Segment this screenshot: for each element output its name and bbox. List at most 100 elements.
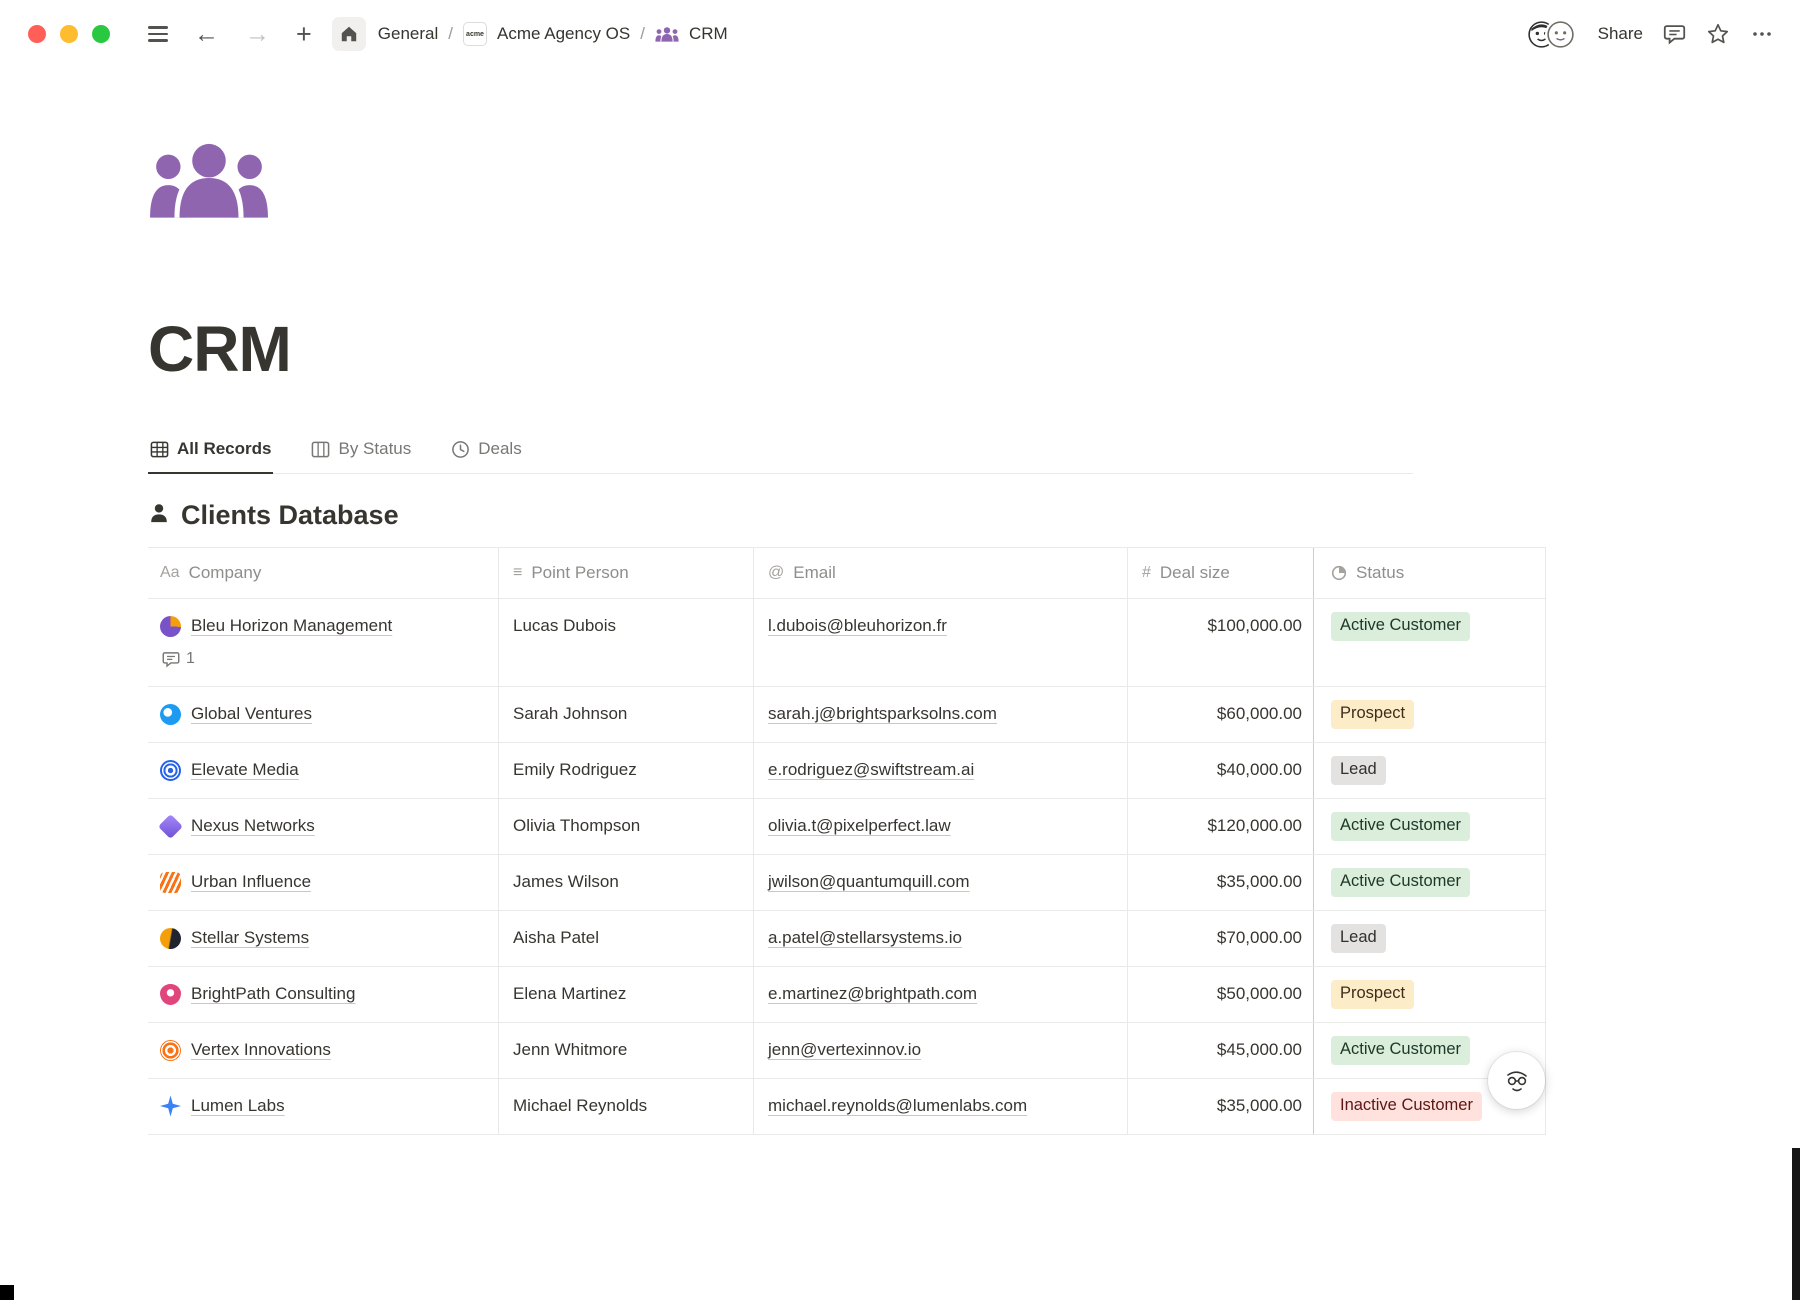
point-person-cell[interactable]: Olivia Thompson [498, 799, 753, 854]
breadcrumb-general[interactable]: General [378, 24, 438, 44]
company-cell[interactable]: Bleu Horizon Management 1 [148, 599, 498, 686]
status-cell[interactable]: Prospect [1313, 687, 1546, 742]
tab-all-records[interactable]: All Records [148, 431, 273, 474]
table-row[interactable]: Vertex Innovations Jenn Whitmore jenn@ve… [148, 1023, 1546, 1079]
notion-ai-button[interactable] [1488, 1052, 1545, 1109]
tab-by-status[interactable]: By Status [309, 431, 413, 474]
minimize-window-button[interactable] [60, 25, 78, 43]
company-page-link[interactable]: Bleu Horizon Management [191, 612, 392, 640]
status-cell[interactable]: Active Customer [1313, 855, 1546, 910]
email-link[interactable]: e.rodriguez@swiftstream.ai [768, 756, 974, 784]
deal-size-cell[interactable]: $35,000.00 [1127, 1079, 1313, 1134]
point-person-cell[interactable]: James Wilson [498, 855, 753, 910]
email-cell[interactable]: jenn@vertexinnov.io [753, 1023, 1127, 1078]
new-tab-button[interactable]: + [286, 17, 322, 52]
close-window-button[interactable] [28, 25, 46, 43]
status-cell[interactable]: Lead [1313, 743, 1546, 798]
column-header-status[interactable]: Status [1313, 548, 1546, 598]
hamburger-menu-icon[interactable] [138, 20, 178, 47]
company-page-link[interactable]: Elevate Media [191, 756, 299, 784]
maximize-window-button[interactable] [92, 25, 110, 43]
company-cell[interactable]: Lumen Labs [148, 1079, 498, 1134]
company-cell[interactable]: Nexus Networks [148, 799, 498, 854]
table-row[interactable]: Global Ventures Sarah Johnson sarah.j@br… [148, 687, 1546, 743]
forward-button[interactable]: → [235, 18, 280, 51]
company-page-link[interactable]: Urban Influence [191, 868, 311, 896]
email-cell[interactable]: e.martinez@brightpath.com [753, 967, 1127, 1022]
table-row[interactable]: BrightPath Consulting Elena Martinez e.m… [148, 967, 1546, 1023]
status-cell[interactable]: Active Customer [1313, 599, 1546, 686]
company-cell[interactable]: Vertex Innovations [148, 1023, 498, 1078]
email-link[interactable]: l.dubois@bleuhorizon.fr [768, 612, 947, 640]
table-row[interactable]: Nexus Networks Olivia Thompson olivia.t@… [148, 799, 1546, 855]
column-header-point-person[interactable]: ≡ Point Person [498, 548, 753, 598]
column-header-email[interactable]: @ Email [753, 548, 1127, 598]
company-page-link[interactable]: Vertex Innovations [191, 1036, 331, 1064]
email-link[interactable]: a.patel@stellarsystems.io [768, 924, 962, 952]
company-page-link[interactable]: Stellar Systems [191, 924, 309, 952]
email-link[interactable]: jwilson@quantumquill.com [768, 868, 970, 896]
company-cell[interactable]: Urban Influence [148, 855, 498, 910]
comment-indicator[interactable]: 1 [162, 645, 195, 673]
company-cell[interactable]: Elevate Media [148, 743, 498, 798]
email-cell[interactable]: olivia.t@pixelperfect.law [753, 799, 1127, 854]
company-page-link[interactable]: Global Ventures [191, 700, 312, 728]
share-button[interactable]: Share [1598, 24, 1643, 44]
point-person-cell[interactable]: Emily Rodriguez [498, 743, 753, 798]
crm-page-icon[interactable] [148, 140, 270, 223]
breadcrumb-crm[interactable]: CRM [689, 24, 728, 44]
company-page-link[interactable]: BrightPath Consulting [191, 980, 355, 1008]
company-cell[interactable]: Global Ventures [148, 687, 498, 742]
status-cell[interactable]: Prospect [1313, 967, 1546, 1022]
email-link[interactable]: michael.reynolds@lumenlabs.com [768, 1092, 1027, 1120]
point-person-cell[interactable]: Jenn Whitmore [498, 1023, 753, 1078]
deal-size-cell[interactable]: $35,000.00 [1127, 855, 1313, 910]
column-header-deal-size[interactable]: # Deal size [1127, 548, 1313, 598]
point-person-value: Aisha Patel [513, 924, 599, 952]
deal-size-cell[interactable]: $120,000.00 [1127, 799, 1313, 854]
table-row[interactable]: Lumen Labs Michael Reynolds michael.reyn… [148, 1079, 1546, 1135]
comments-icon[interactable] [1663, 23, 1686, 46]
deal-size-cell[interactable]: $40,000.00 [1127, 743, 1313, 798]
point-person-cell[interactable]: Sarah Johnson [498, 687, 753, 742]
status-cell[interactable]: Active Customer [1313, 799, 1546, 854]
breadcrumb-acme-agency-os[interactable]: Acme Agency OS [497, 24, 630, 44]
point-person-cell[interactable]: Lucas Dubois [498, 599, 753, 686]
deal-size-cell[interactable]: $70,000.00 [1127, 911, 1313, 966]
collaborator-avatars[interactable] [1526, 19, 1576, 50]
email-cell[interactable]: sarah.j@brightsparksolns.com [753, 687, 1127, 742]
email-link[interactable]: sarah.j@brightsparksolns.com [768, 700, 997, 728]
point-person-cell[interactable]: Aisha Patel [498, 911, 753, 966]
deal-size-cell[interactable]: $50,000.00 [1127, 967, 1313, 1022]
home-icon[interactable] [332, 17, 366, 51]
table-row[interactable]: Urban Influence James Wilson jwilson@qua… [148, 855, 1546, 911]
deal-size-cell[interactable]: $45,000.00 [1127, 1023, 1313, 1078]
company-page-link[interactable]: Lumen Labs [191, 1092, 285, 1120]
email-link[interactable]: jenn@vertexinnov.io [768, 1036, 921, 1064]
point-person-cell[interactable]: Elena Martinez [498, 967, 753, 1022]
house-icon [340, 25, 358, 43]
email-cell[interactable]: michael.reynolds@lumenlabs.com [753, 1079, 1127, 1134]
email-cell[interactable]: e.rodriguez@swiftstream.ai [753, 743, 1127, 798]
table-row[interactable]: Elevate Media Emily Rodriguez e.rodrigue… [148, 743, 1546, 799]
status-cell[interactable]: Lead [1313, 911, 1546, 966]
table-row[interactable]: Bleu Horizon Management 1 Lucas Dubois l… [148, 599, 1546, 687]
email-cell[interactable]: a.patel@stellarsystems.io [753, 911, 1127, 966]
company-page-link[interactable]: Nexus Networks [191, 812, 315, 840]
scrollbar-thumb[interactable] [1792, 1148, 1800, 1300]
company-cell[interactable]: Stellar Systems [148, 911, 498, 966]
table-row[interactable]: Stellar Systems Aisha Patel a.patel@stel… [148, 911, 1546, 967]
email-link[interactable]: e.martinez@brightpath.com [768, 980, 977, 1008]
tab-deals[interactable]: Deals [449, 431, 523, 474]
column-header-company[interactable]: Aa Company [148, 548, 498, 598]
point-person-cell[interactable]: Michael Reynolds [498, 1079, 753, 1134]
company-cell[interactable]: BrightPath Consulting [148, 967, 498, 1022]
favorite-star-icon[interactable] [1706, 22, 1730, 46]
email-cell[interactable]: jwilson@quantumquill.com [753, 855, 1127, 910]
back-button[interactable]: ← [184, 18, 229, 51]
deal-size-cell[interactable]: $60,000.00 [1127, 687, 1313, 742]
deal-size-cell[interactable]: $100,000.00 [1127, 599, 1313, 686]
email-link[interactable]: olivia.t@pixelperfect.law [768, 812, 951, 840]
more-options-icon[interactable] [1750, 22, 1774, 46]
email-cell[interactable]: l.dubois@bleuhorizon.fr [753, 599, 1127, 686]
